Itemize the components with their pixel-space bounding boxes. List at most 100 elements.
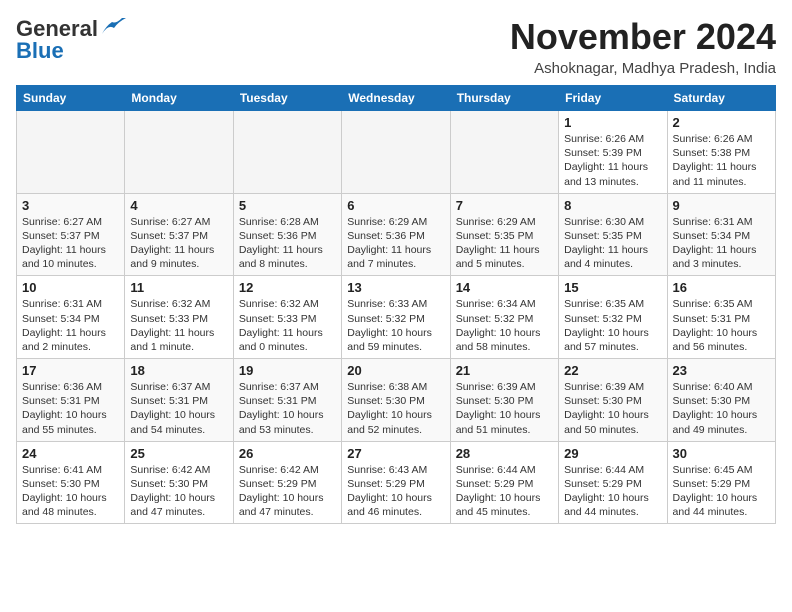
day-number: 14 bbox=[456, 280, 553, 295]
day-number: 28 bbox=[456, 446, 553, 461]
calendar-header-monday: Monday bbox=[125, 86, 233, 111]
day-number: 1 bbox=[564, 115, 661, 130]
day-info: Sunrise: 6:36 AM Sunset: 5:31 PM Dayligh… bbox=[22, 380, 119, 437]
calendar-cell: 12 Sunrise: 6:32 AM Sunset: 5:33 PM Dayli… bbox=[233, 276, 341, 359]
day-number: 15 bbox=[564, 280, 661, 295]
location-subtitle: Ashoknagar, Madhya Pradesh, India bbox=[510, 60, 776, 77]
day-number: 23 bbox=[673, 363, 770, 378]
day-number: 13 bbox=[347, 280, 444, 295]
calendar-cell bbox=[125, 111, 233, 194]
calendar-header-wednesday: Wednesday bbox=[342, 86, 450, 111]
day-info: Sunrise: 6:39 AM Sunset: 5:30 PM Dayligh… bbox=[564, 380, 661, 437]
day-info: Sunrise: 6:26 AM Sunset: 5:39 PM Dayligh… bbox=[564, 132, 661, 189]
page-header: General Blue November 2024 Ashoknagar, M… bbox=[16, 16, 776, 77]
day-number: 11 bbox=[130, 280, 227, 295]
calendar-week-1: 1 Sunrise: 6:26 AM Sunset: 5:39 PM Daylig… bbox=[17, 111, 776, 194]
calendar-cell bbox=[17, 111, 125, 194]
calendar-cell: 3 Sunrise: 6:27 AM Sunset: 5:37 PM Daylig… bbox=[17, 193, 125, 276]
calendar-cell: 7 Sunrise: 6:29 AM Sunset: 5:35 PM Daylig… bbox=[450, 193, 558, 276]
calendar-cell: 16Sunrise: 6:35 AM Sunset: 5:31 PM Dayli… bbox=[667, 276, 775, 359]
calendar-cell: 25Sunrise: 6:42 AM Sunset: 5:30 PM Dayli… bbox=[125, 441, 233, 524]
title-section: November 2024 Ashoknagar, Madhya Pradesh… bbox=[510, 16, 776, 77]
calendar-cell: 11 Sunrise: 6:32 AM Sunset: 5:33 PM Dayli… bbox=[125, 276, 233, 359]
day-info: Sunrise: 6:31 AM Sunset: 5:34 PM Dayligh… bbox=[22, 297, 119, 354]
day-info: Sunrise: 6:39 AM Sunset: 5:30 PM Dayligh… bbox=[456, 380, 553, 437]
calendar-cell: 2 Sunrise: 6:26 AM Sunset: 5:38 PM Daylig… bbox=[667, 111, 775, 194]
day-number: 16 bbox=[673, 280, 770, 295]
calendar-cell: 18Sunrise: 6:37 AM Sunset: 5:31 PM Dayli… bbox=[125, 359, 233, 442]
day-number: 17 bbox=[22, 363, 119, 378]
day-number: 20 bbox=[347, 363, 444, 378]
calendar-cell bbox=[450, 111, 558, 194]
day-info: Sunrise: 6:33 AM Sunset: 5:32 PM Dayligh… bbox=[347, 297, 444, 354]
calendar-header-saturday: Saturday bbox=[667, 86, 775, 111]
day-number: 29 bbox=[564, 446, 661, 461]
day-info: Sunrise: 6:30 AM Sunset: 5:35 PM Dayligh… bbox=[564, 215, 661, 272]
calendar-cell: 20 Sunrise: 6:38 AM Sunset: 5:30 PM Dayli… bbox=[342, 359, 450, 442]
day-number: 25 bbox=[130, 446, 227, 461]
calendar-cell: 8 Sunrise: 6:30 AM Sunset: 5:35 PM Daylig… bbox=[559, 193, 667, 276]
day-number: 5 bbox=[239, 198, 336, 213]
day-info: Sunrise: 6:43 AM Sunset: 5:29 PM Dayligh… bbox=[347, 463, 444, 520]
day-number: 30 bbox=[673, 446, 770, 461]
day-number: 4 bbox=[130, 198, 227, 213]
day-info: Sunrise: 6:27 AM Sunset: 5:37 PM Dayligh… bbox=[22, 215, 119, 272]
day-info: Sunrise: 6:29 AM Sunset: 5:35 PM Dayligh… bbox=[456, 215, 553, 272]
calendar-header-tuesday: Tuesday bbox=[233, 86, 341, 111]
day-info: Sunrise: 6:40 AM Sunset: 5:30 PM Dayligh… bbox=[673, 380, 770, 437]
day-info: Sunrise: 6:28 AM Sunset: 5:36 PM Dayligh… bbox=[239, 215, 336, 272]
day-number: 10 bbox=[22, 280, 119, 295]
day-info: Sunrise: 6:45 AM Sunset: 5:29 PM Dayligh… bbox=[673, 463, 770, 520]
calendar-cell: 13 Sunrise: 6:33 AM Sunset: 5:32 PM Dayli… bbox=[342, 276, 450, 359]
calendar-cell: 24 Sunrise: 6:41 AM Sunset: 5:30 PM Dayli… bbox=[17, 441, 125, 524]
calendar-cell: 27 Sunrise: 6:43 AM Sunset: 5:29 PM Dayli… bbox=[342, 441, 450, 524]
day-info: Sunrise: 6:26 AM Sunset: 5:38 PM Dayligh… bbox=[673, 132, 770, 189]
calendar-header-sunday: Sunday bbox=[17, 86, 125, 111]
calendar-cell: 10 Sunrise: 6:31 AM Sunset: 5:34 PM Dayli… bbox=[17, 276, 125, 359]
day-number: 7 bbox=[456, 198, 553, 213]
calendar-cell: 4 Sunrise: 6:27 AM Sunset: 5:37 PM Daylig… bbox=[125, 193, 233, 276]
calendar-week-4: 17 Sunrise: 6:36 AM Sunset: 5:31 PM Dayli… bbox=[17, 359, 776, 442]
day-number: 21 bbox=[456, 363, 553, 378]
day-info: Sunrise: 6:29 AM Sunset: 5:36 PM Dayligh… bbox=[347, 215, 444, 272]
calendar-header-friday: Friday bbox=[559, 86, 667, 111]
day-number: 2 bbox=[673, 115, 770, 130]
day-info: Sunrise: 6:32 AM Sunset: 5:33 PM Dayligh… bbox=[130, 297, 227, 354]
calendar-cell: 1 Sunrise: 6:26 AM Sunset: 5:39 PM Daylig… bbox=[559, 111, 667, 194]
calendar-cell bbox=[342, 111, 450, 194]
calendar-week-3: 10 Sunrise: 6:31 AM Sunset: 5:34 PM Dayli… bbox=[17, 276, 776, 359]
day-info: Sunrise: 6:27 AM Sunset: 5:37 PM Dayligh… bbox=[130, 215, 227, 272]
day-info: Sunrise: 6:42 AM Sunset: 5:29 PM Dayligh… bbox=[239, 463, 336, 520]
day-number: 27 bbox=[347, 446, 444, 461]
calendar-cell: 9 Sunrise: 6:31 AM Sunset: 5:34 PM Daylig… bbox=[667, 193, 775, 276]
day-info: Sunrise: 6:32 AM Sunset: 5:33 PM Dayligh… bbox=[239, 297, 336, 354]
day-number: 9 bbox=[673, 198, 770, 213]
calendar-cell: 14 Sunrise: 6:34 AM Sunset: 5:32 PM Dayli… bbox=[450, 276, 558, 359]
day-info: Sunrise: 6:31 AM Sunset: 5:34 PM Dayligh… bbox=[673, 215, 770, 272]
calendar-week-2: 3 Sunrise: 6:27 AM Sunset: 5:37 PM Daylig… bbox=[17, 193, 776, 276]
logo: General Blue bbox=[16, 16, 128, 64]
day-number: 22 bbox=[564, 363, 661, 378]
calendar-cell: 15 Sunrise: 6:35 AM Sunset: 5:32 PM Dayli… bbox=[559, 276, 667, 359]
day-info: Sunrise: 6:44 AM Sunset: 5:29 PM Dayligh… bbox=[564, 463, 661, 520]
day-info: Sunrise: 6:34 AM Sunset: 5:32 PM Dayligh… bbox=[456, 297, 553, 354]
calendar-cell: 6 Sunrise: 6:29 AM Sunset: 5:36 PM Daylig… bbox=[342, 193, 450, 276]
day-number: 19 bbox=[239, 363, 336, 378]
calendar-cell: 28 Sunrise: 6:44 AM Sunset: 5:29 PM Dayli… bbox=[450, 441, 558, 524]
calendar-cell: 23 Sunrise: 6:40 AM Sunset: 5:30 PM Dayli… bbox=[667, 359, 775, 442]
day-number: 24 bbox=[22, 446, 119, 461]
day-info: Sunrise: 6:37 AM Sunset: 5:31 PM Dayligh… bbox=[130, 380, 227, 437]
day-info: Sunrise: 6:35 AM Sunset: 5:32 PM Dayligh… bbox=[564, 297, 661, 354]
day-number: 6 bbox=[347, 198, 444, 213]
month-title: November 2024 bbox=[510, 16, 776, 58]
day-info: Sunrise: 6:44 AM Sunset: 5:29 PM Dayligh… bbox=[456, 463, 553, 520]
day-number: 3 bbox=[22, 198, 119, 213]
day-number: 8 bbox=[564, 198, 661, 213]
calendar-week-5: 24 Sunrise: 6:41 AM Sunset: 5:30 PM Dayli… bbox=[17, 441, 776, 524]
day-info: Sunrise: 6:41 AM Sunset: 5:30 PM Dayligh… bbox=[22, 463, 119, 520]
day-number: 12 bbox=[239, 280, 336, 295]
calendar-cell bbox=[233, 111, 341, 194]
calendar-table: SundayMondayTuesdayWednesdayThursdayFrid… bbox=[16, 85, 776, 524]
day-info: Sunrise: 6:38 AM Sunset: 5:30 PM Dayligh… bbox=[347, 380, 444, 437]
calendar-cell: 17 Sunrise: 6:36 AM Sunset: 5:31 PM Dayli… bbox=[17, 359, 125, 442]
